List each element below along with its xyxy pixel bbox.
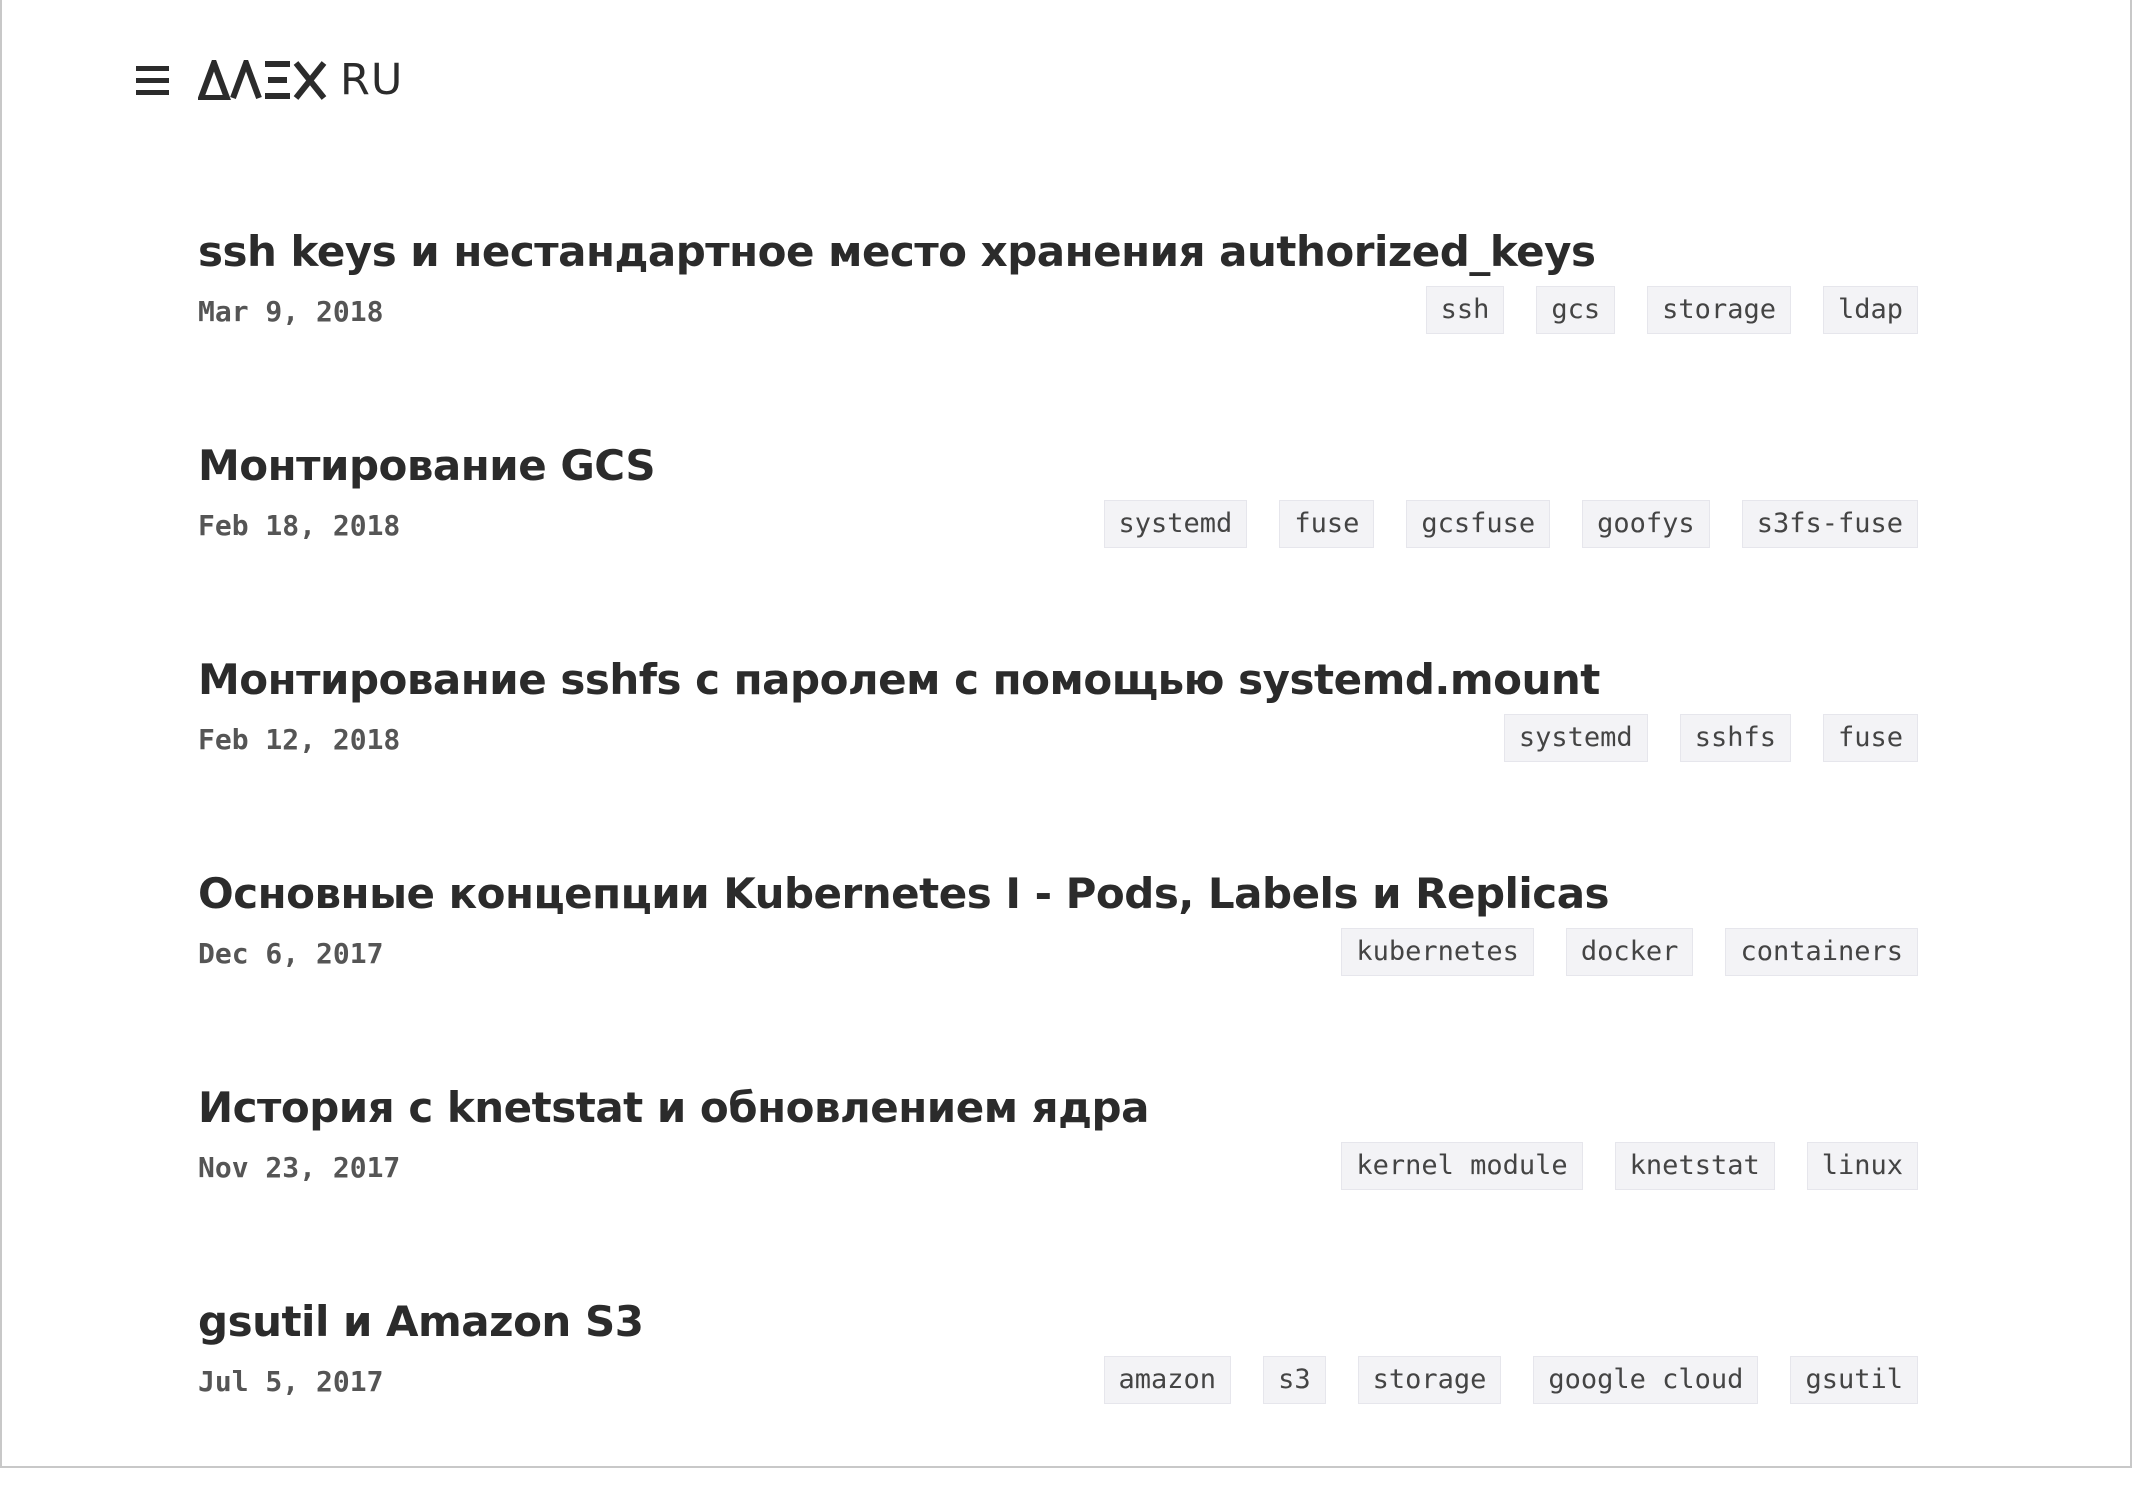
tag-list: systemd fuse gcsfuse goofys s3fs-fuse [1103, 500, 1918, 548]
tag-list: kubernetes docker containers [1341, 928, 1918, 976]
post-meta: Feb 18, 2018 systemd fuse gcsfuse goofys… [198, 500, 1918, 552]
tag-containers[interactable]: containers [1725, 928, 1918, 976]
post-title-link[interactable]: История с knetstat и обновлением ядра [198, 1078, 1918, 1138]
tag-docker[interactable]: docker [1565, 928, 1694, 976]
tag-ssh[interactable]: ssh [1425, 286, 1505, 334]
tag-list: amazon s3 storage google cloud gsutil [1103, 1356, 1918, 1404]
tag-s3fs-fuse[interactable]: s3fs-fuse [1741, 500, 1918, 548]
post-meta: Dec 6, 2017 kubernetes docker containers [198, 928, 1918, 980]
post-title-link[interactable]: gsutil и Amazon S3 [198, 1292, 1918, 1352]
tag-fuse[interactable]: fuse [1822, 714, 1918, 762]
tag-goofys[interactable]: goofys [1582, 500, 1710, 548]
post-item: Монтирование GCS Feb 18, 2018 systemd fu… [198, 436, 1918, 650]
post-title-link[interactable]: ssh keys и нестандартное место хранения … [198, 222, 1918, 282]
post-title-link[interactable]: Основные концепции Kubernetes I - Pods, … [198, 864, 1918, 924]
tag-ldap[interactable]: ldap [1822, 286, 1918, 334]
post-meta: Feb 12, 2018 systemd sshfs fuse [198, 714, 1918, 766]
tag-linux[interactable]: linux [1806, 1142, 1918, 1190]
tag-sshfs[interactable]: sshfs [1679, 714, 1791, 762]
post-meta: Nov 23, 2017 kernel module knetstat linu… [198, 1142, 1918, 1194]
logo-suffix: RU [340, 55, 404, 105]
tag-systemd[interactable]: systemd [1103, 500, 1248, 548]
tag-fuse[interactable]: fuse [1279, 500, 1375, 548]
tag-list: ssh gcs storage ldap [1425, 286, 1918, 334]
post-title-link[interactable]: Монтирование GCS [198, 436, 1918, 496]
post-item: ssh keys и нестандартное место хранения … [198, 222, 1918, 436]
hamburger-menu-icon[interactable] [136, 63, 170, 97]
post-item: gsutil и Amazon S3 Jul 5, 2017 amazon s3… [198, 1292, 1918, 1506]
tag-storage[interactable]: storage [1357, 1356, 1502, 1404]
tag-gcs[interactable]: gcs [1536, 286, 1616, 334]
tag-amazon[interactable]: amazon [1103, 1356, 1232, 1404]
post-date: Mar 9, 2018 [198, 295, 384, 328]
tag-google-cloud[interactable]: google cloud [1533, 1356, 1759, 1404]
tag-s3[interactable]: s3 [1263, 1356, 1326, 1404]
post-date: Feb 18, 2018 [198, 509, 401, 542]
menu-bar [136, 65, 169, 71]
site-header: RU [136, 55, 403, 105]
tag-list: kernel module knetstat linux [1341, 1142, 1918, 1190]
post-list: ssh keys и нестандартное место хранения … [198, 222, 1918, 1506]
post-item: История с knetstat и обновлением ядра No… [198, 1078, 1918, 1292]
post-meta: Jul 5, 2017 amazon s3 storage google clo… [198, 1356, 1918, 1408]
tag-gsutil[interactable]: gsutil [1790, 1356, 1918, 1404]
post-date: Jul 5, 2017 [198, 1365, 384, 1398]
post-item: Основные концепции Kubernetes I - Pods, … [198, 864, 1918, 1078]
post-date: Dec 6, 2017 [198, 937, 384, 970]
tag-list: systemd sshfs fuse [1503, 714, 1918, 762]
tag-gcsfuse[interactable]: gcsfuse [1406, 500, 1551, 548]
post-meta: Mar 9, 2018 ssh gcs storage ldap [198, 286, 1918, 338]
tag-kubernetes[interactable]: kubernetes [1341, 928, 1534, 976]
tag-kernel-module[interactable]: kernel module [1341, 1142, 1583, 1190]
site-logo[interactable]: RU [198, 55, 403, 105]
post-item: Монтирование sshfs с паролем с помощью s… [198, 650, 1918, 864]
tag-storage[interactable]: storage [1647, 286, 1791, 334]
post-date: Nov 23, 2017 [198, 1151, 401, 1184]
post-date: Feb 12, 2018 [198, 723, 401, 756]
tag-systemd[interactable]: systemd [1503, 714, 1648, 762]
menu-bar [136, 77, 169, 83]
post-title-link[interactable]: Монтирование sshfs с паролем с помощью s… [198, 650, 1918, 710]
tag-knetstat[interactable]: knetstat [1614, 1142, 1775, 1190]
logo-mark [198, 60, 327, 100]
menu-bar [136, 89, 169, 95]
